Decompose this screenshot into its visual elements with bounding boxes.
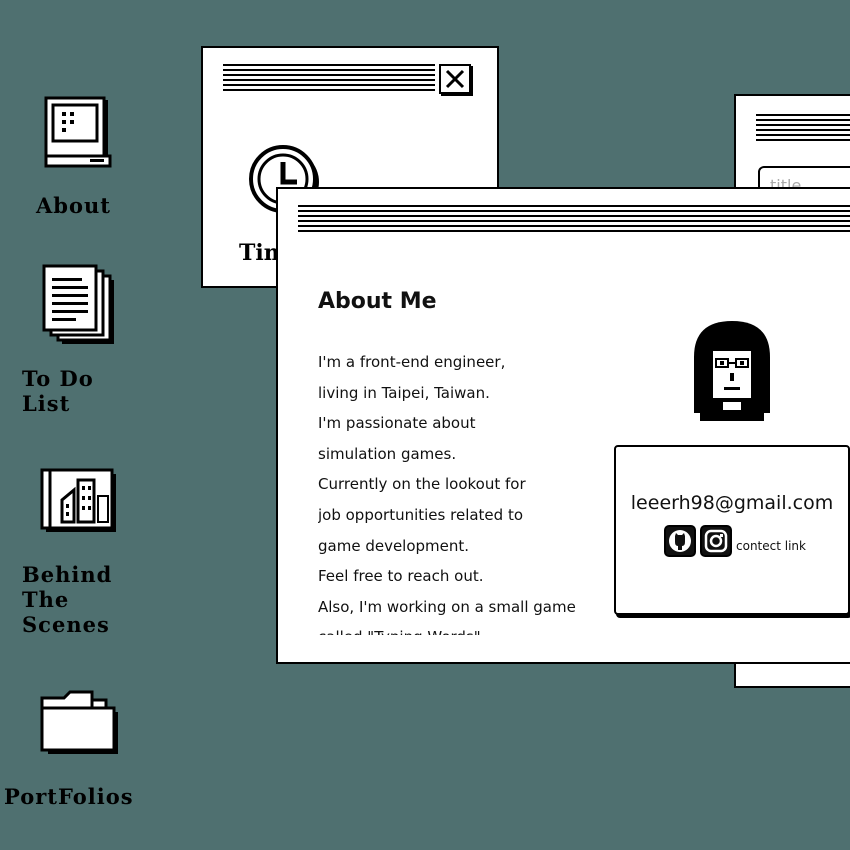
desktop-icon-about[interactable]	[40, 96, 116, 174]
desktop-label-todo-list: To Do List	[22, 366, 94, 416]
desktop-label-about: About	[36, 193, 111, 218]
title-bar[interactable]	[223, 64, 435, 92]
desktop-icon-portfolios[interactable]	[38, 690, 124, 760]
avatar	[694, 321, 770, 421]
about-heading: About Me	[318, 289, 437, 314]
github-icon	[669, 530, 691, 552]
about-line: Currently on the lookout for	[318, 475, 526, 494]
instagram-button[interactable]	[700, 525, 732, 557]
email-address[interactable]: leeerh98@gmail.com	[616, 492, 848, 514]
about-line: Also, I'm working on a small game	[318, 597, 576, 616]
folder-icon	[40, 690, 118, 754]
about-window[interactable]: About Me I'm a front-end engineer, livin…	[276, 187, 850, 664]
computer-icon	[44, 96, 112, 168]
desktop-icon-todo-list[interactable]	[40, 264, 120, 348]
desktop-label-behind-the-scenes: Behind The Scenes	[22, 562, 113, 637]
building-blueprint-icon	[40, 468, 116, 532]
title-bar[interactable]	[756, 114, 850, 142]
github-button[interactable]	[664, 525, 696, 557]
documents-icon	[42, 264, 114, 344]
about-line: living in Taipei, Taiwan.	[318, 383, 490, 402]
about-line: game development.	[318, 536, 470, 555]
contact-link[interactable]: contect link	[736, 539, 806, 553]
desktop-label-portfolios: PortFolios	[4, 784, 134, 809]
contact-card: leeerh98@gmail.com contect link	[614, 445, 850, 615]
close-button[interactable]	[439, 64, 471, 94]
about-text[interactable]: I'm a front-end engineer, living in Taip…	[318, 347, 608, 635]
about-line: simulation games.	[318, 444, 457, 463]
close-icon	[445, 69, 465, 89]
about-line: job opportunities related to	[318, 505, 524, 524]
title-bar[interactable]	[298, 205, 850, 235]
about-line: I'm a front-end engineer,	[318, 353, 506, 371]
instagram-icon	[704, 529, 728, 553]
about-line: Feel free to reach out.	[318, 567, 484, 586]
about-line: called "Typing Words"	[318, 622, 608, 635]
about-line: I'm passionate about	[318, 414, 476, 433]
desktop-icon-behind-the-scenes[interactable]	[38, 466, 118, 536]
